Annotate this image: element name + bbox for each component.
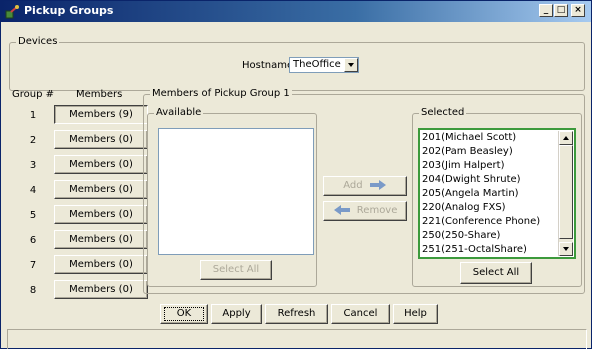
chevron-up-icon [563, 136, 569, 140]
help-button[interactable]: Help [393, 304, 438, 324]
minimize-button[interactable]: _ [539, 4, 553, 17]
members-button-group-4[interactable]: Members (0) [54, 180, 148, 199]
cancel-button[interactable]: Cancel [331, 304, 390, 324]
group-number-5: 5 [29, 210, 37, 221]
group-number-8: 8 [29, 285, 37, 296]
phone-pickup-icon [5, 5, 19, 19]
status-bar [7, 329, 587, 349]
list-item[interactable]: 251(251-OctalShare) [422, 244, 527, 256]
list-item[interactable]: 205(Angela Martin) [422, 188, 519, 200]
minimize-icon: _ [543, 5, 549, 15]
list-item[interactable]: 202(Pam Beasley) [422, 146, 513, 158]
window-title: Pickup Groups [24, 4, 114, 17]
chevron-down-icon [348, 63, 354, 67]
members-button-group-6[interactable]: Members (0) [54, 230, 148, 249]
group-number-6: 6 [29, 235, 37, 246]
hostname-select[interactable]: TheOffice [289, 57, 359, 73]
members-header: Members [76, 89, 123, 100]
apply-button[interactable]: Apply [211, 304, 262, 324]
arrow-right-icon [369, 180, 386, 190]
list-item[interactable]: 201(Michael Scott) [422, 132, 516, 144]
close-icon: × [574, 5, 582, 15]
members-button-group-7[interactable]: Members (0) [54, 255, 148, 274]
group-number-1: 1 [29, 110, 37, 121]
selected-list-scrollbar[interactable] [558, 131, 573, 256]
maximize-button[interactable]: □ [554, 4, 568, 17]
members-button-group-3[interactable]: Members (0) [54, 155, 148, 174]
list-item[interactable]: 203(Jim Halpert) [422, 160, 505, 172]
selected-legend: Selected [419, 107, 467, 119]
hostname-value: TheOffice [293, 59, 341, 70]
scroll-thumb[interactable] [559, 145, 573, 239]
members-button-group-1[interactable]: Members (9) [54, 105, 148, 124]
list-item[interactable]: 204(Dwight Shrute) [422, 174, 521, 186]
close-button[interactable]: × [571, 4, 585, 17]
pickup-groups-window: Pickup Groups _ □ × Devices Hostname: Th… [0, 0, 592, 349]
remove-button[interactable]: Remove [323, 201, 407, 221]
maximize-icon: □ [556, 5, 566, 15]
members-button-group-8[interactable]: Members (0) [54, 280, 148, 299]
members-button-group-5[interactable]: Members (0) [54, 205, 148, 224]
members-button-group-2[interactable]: Members (0) [54, 130, 148, 149]
selected-list[interactable]: 201(Michael Scott) 202(Pam Beasley) 203(… [418, 128, 576, 259]
devices-legend: Devices [16, 36, 60, 48]
ok-button-label: OK [163, 307, 205, 321]
group-number-2: 2 [29, 135, 37, 146]
select-all-available-button[interactable]: Select All [200, 260, 272, 280]
add-button-label: Add [343, 180, 363, 191]
list-item[interactable]: 220(Analog FXS) [422, 202, 506, 214]
ok-button[interactable]: OK [160, 304, 208, 324]
available-legend: Available [154, 107, 204, 119]
group-number-header: Group # [12, 89, 55, 100]
arrow-left-icon [333, 205, 350, 215]
group-number-7: 7 [29, 260, 37, 271]
group-number-4: 4 [29, 185, 37, 196]
remove-button-label: Remove [356, 205, 398, 216]
available-list[interactable] [158, 128, 314, 255]
select-all-selected-button[interactable]: Select All [460, 262, 532, 284]
title-bar[interactable]: Pickup Groups _ □ × [1, 1, 591, 22]
refresh-button[interactable]: Refresh [265, 304, 328, 324]
scroll-up-button[interactable] [559, 131, 573, 145]
add-button[interactable]: Add [323, 176, 407, 196]
scroll-down-button[interactable] [559, 242, 573, 256]
list-item[interactable]: 250(250-Share) [422, 230, 500, 242]
pickup-group-legend: Members of Pickup Group 1 [150, 88, 292, 100]
group-number-3: 3 [29, 160, 37, 171]
chevron-down-icon [563, 247, 569, 251]
list-item[interactable]: 221(Conference Phone) [422, 216, 540, 228]
hostname-dropdown-button[interactable] [344, 58, 358, 72]
